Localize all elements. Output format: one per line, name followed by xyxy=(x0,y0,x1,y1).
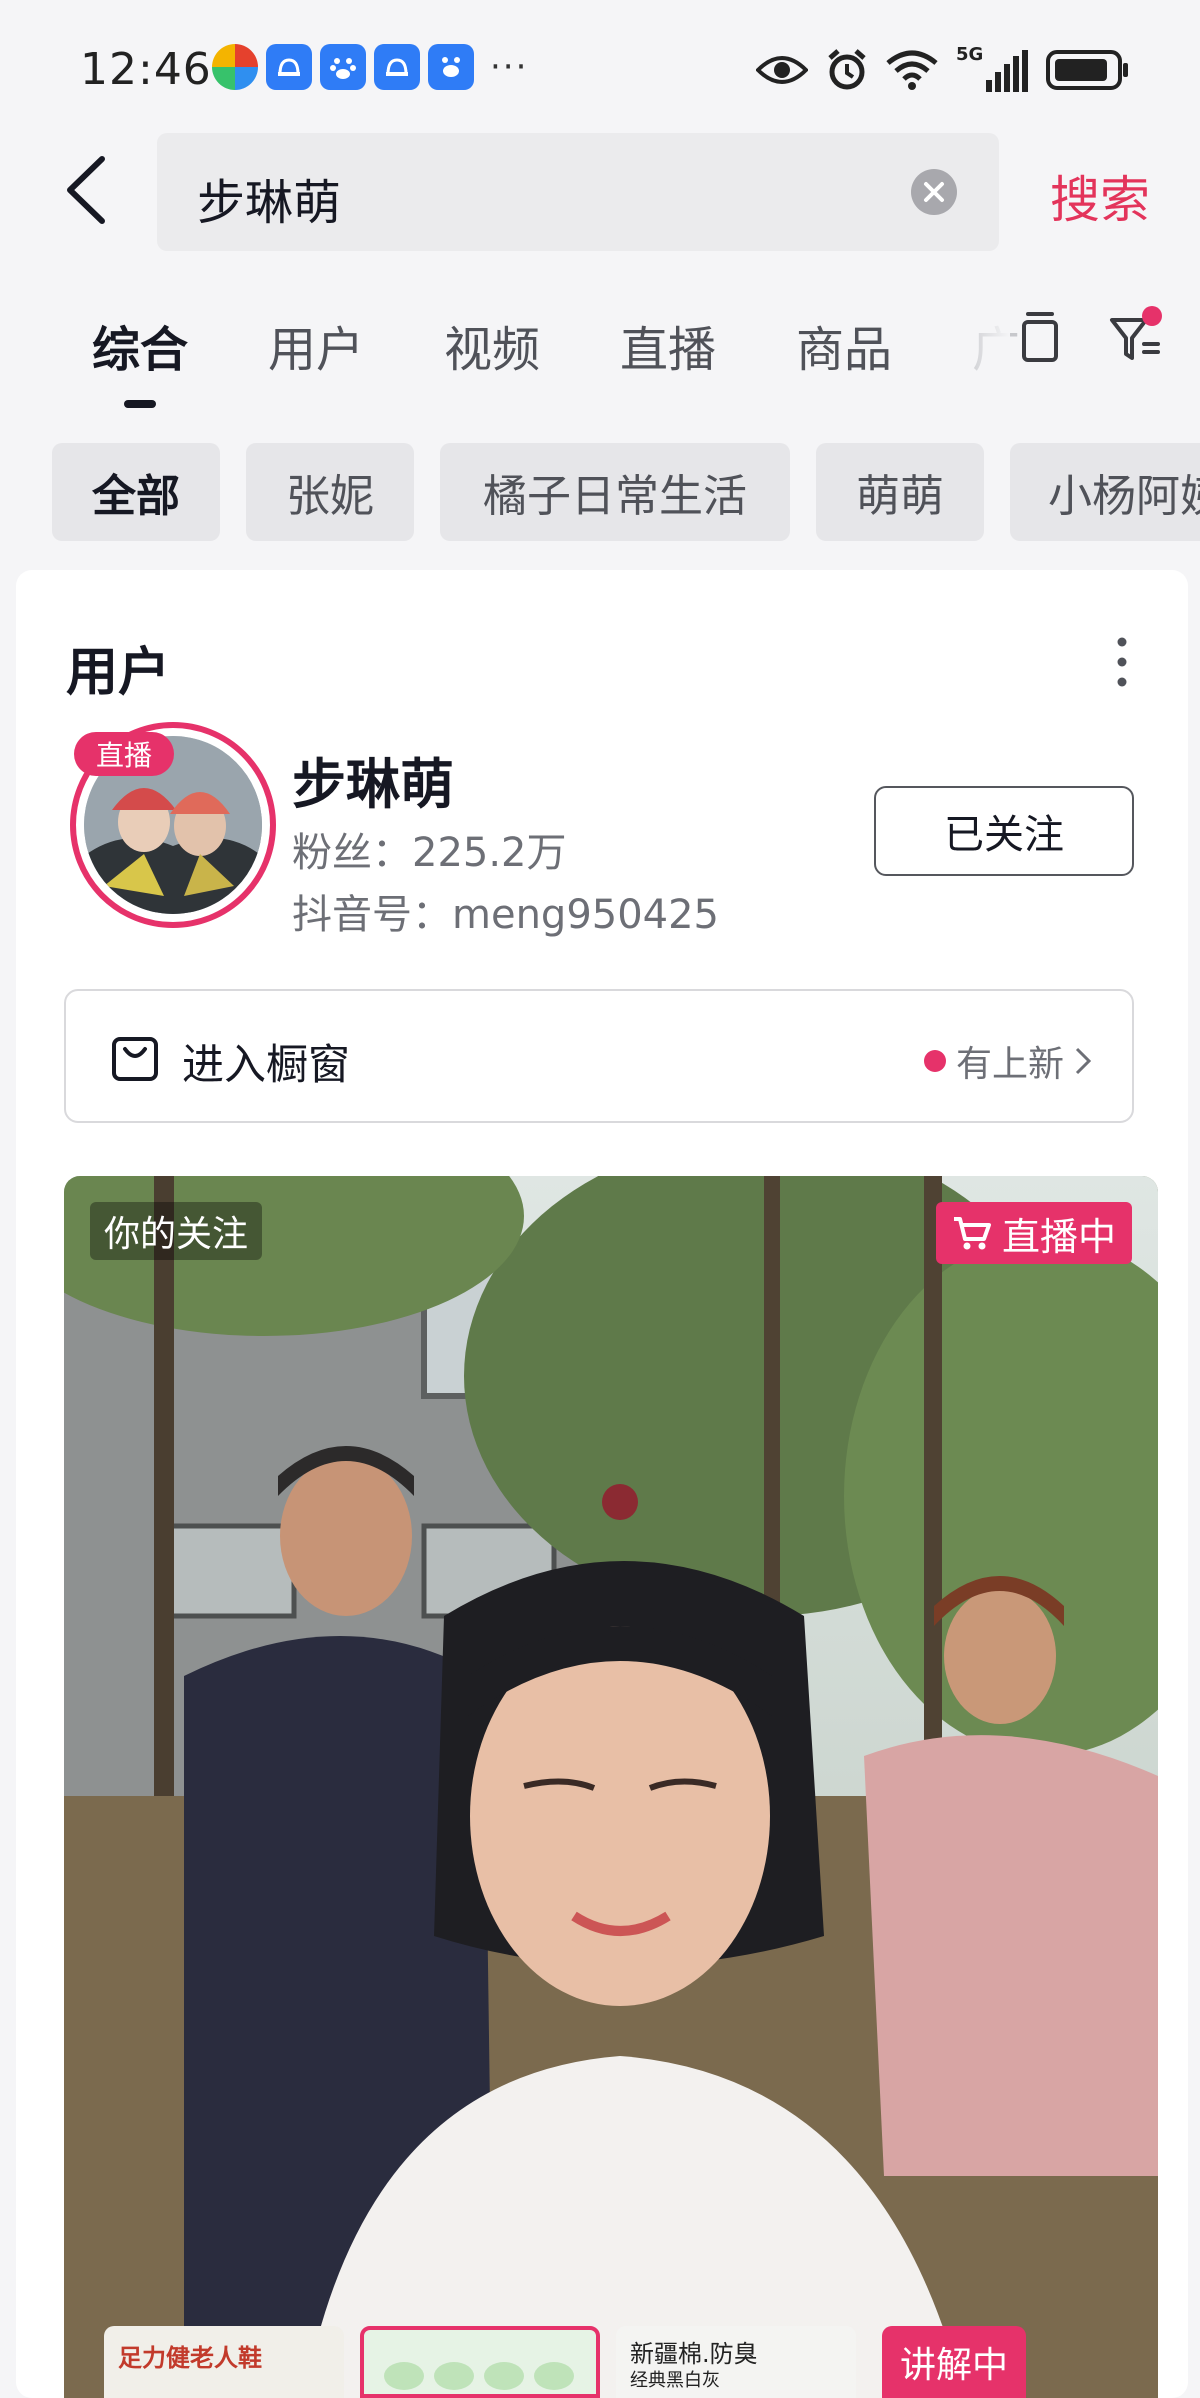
product-thumb-1[interactable]: 足力健老人鞋 xyxy=(104,2326,344,2398)
live-stream-preview[interactable]: 你的关注 直播中 足力健老人鞋 新疆棉.防臭 经典黑白灰 讲解中 xyxy=(64,1176,1158,2398)
status-indicators: 5G xyxy=(756,44,1130,92)
tabs-fade xyxy=(960,300,1010,380)
ai-assistant-icon xyxy=(374,44,420,90)
user-result-card: 用户 直播 步琳萌 粉丝：225.2万 抖音号：meng950425 已关注 进… xyxy=(16,570,1188,2398)
tab-products[interactable]: 商品 xyxy=(796,310,892,380)
user-douyin-id: 抖音号：meng950425 xyxy=(292,892,720,938)
baidu-ai-icon xyxy=(428,44,474,90)
shopping-bag-icon xyxy=(112,1037,158,1081)
shop-window-entry[interactable]: 进入橱窗 有上新 xyxy=(64,989,1134,1123)
product-colors-text: 经典黑白灰 xyxy=(630,2370,720,2391)
following-badge: 你的关注 xyxy=(90,1202,263,1260)
live-now-label: 直播中 xyxy=(1001,1214,1116,1259)
active-tab-indicator xyxy=(124,400,156,408)
followed-button[interactable]: 已关注 xyxy=(874,786,1134,876)
product-feature-text: 新疆棉.防臭 xyxy=(630,2340,758,2368)
chip-mengmeng[interactable]: 萌萌 xyxy=(816,443,984,541)
chevron-right-icon xyxy=(1075,1047,1092,1075)
clear-search-icon[interactable] xyxy=(911,169,957,215)
wifi-icon xyxy=(886,50,938,90)
result-type-tabs: 综合 用户 视频 直播 商品 广 xyxy=(0,290,1200,420)
chip-zhangni[interactable]: 张妮 xyxy=(246,443,414,541)
chip-all[interactable]: 全部 xyxy=(52,443,220,541)
multicolor-app-icon xyxy=(212,44,258,90)
signal-icon: 5G xyxy=(956,44,1028,92)
shop-window-label: 进入橱窗 xyxy=(182,1040,351,1089)
live-badge: 直播 xyxy=(74,732,174,776)
section-title: 用户 xyxy=(66,643,171,703)
user-name[interactable]: 步琳萌 xyxy=(292,740,454,819)
new-dot xyxy=(923,1050,946,1072)
ai-assistant-icon xyxy=(266,44,312,90)
more-options-icon[interactable] xyxy=(1112,632,1132,692)
live-stream-thumbnail xyxy=(64,1176,1158,2398)
tab-comprehensive[interactable]: 综合 xyxy=(92,310,188,380)
tab-live[interactable]: 直播 xyxy=(620,310,716,380)
live-now-badge: 直播中 xyxy=(935,1202,1132,1264)
filter-chips: 全部 张妮 橘子日常生活 萌萌 小杨阿姨 xyxy=(52,443,1200,541)
product-brand-text: 足力健老人鞋 xyxy=(118,2344,262,2372)
chip-orange-daily[interactable]: 橘子日常生活 xyxy=(440,443,790,541)
chip-xiaoyang[interactable]: 小杨阿姨 xyxy=(1010,443,1200,541)
copy-layout-icon[interactable] xyxy=(1018,310,1062,366)
status-app-icons: ··· xyxy=(212,44,528,90)
product-thumb-3[interactable]: 新疆棉.防臭 经典黑白灰 xyxy=(616,2326,856,2398)
tab-users[interactable]: 用户 xyxy=(268,310,364,380)
search-button[interactable]: 搜索 xyxy=(1050,160,1150,232)
new-arrivals-indicator: 有上新 xyxy=(923,1035,1092,1087)
new-arrivals-label: 有上新 xyxy=(955,1044,1064,1085)
status-bar: 12:46 ··· 5G xyxy=(0,0,1200,130)
baidu-icon xyxy=(320,44,366,90)
filter-icon[interactable] xyxy=(1108,306,1168,370)
search-query[interactable]: 步琳萌 xyxy=(197,163,341,233)
explaining-badge: 讲解中 xyxy=(882,2326,1027,2398)
eye-icon xyxy=(756,56,808,84)
tab-videos[interactable]: 视频 xyxy=(444,310,540,380)
cart-icon xyxy=(953,1217,991,1250)
product-thumb-2[interactable] xyxy=(360,2326,600,2398)
status-time: 12:46 xyxy=(80,44,212,95)
alarm-icon xyxy=(828,49,866,90)
back-arrow-icon[interactable] xyxy=(60,155,120,225)
network-type: 5G xyxy=(956,44,984,65)
more-notifications-icon: ··· xyxy=(490,47,529,87)
user-fans: 粉丝：225.2万 xyxy=(292,830,567,876)
search-input[interactable]: 步琳萌 xyxy=(157,133,999,251)
battery-icon xyxy=(1046,50,1128,90)
